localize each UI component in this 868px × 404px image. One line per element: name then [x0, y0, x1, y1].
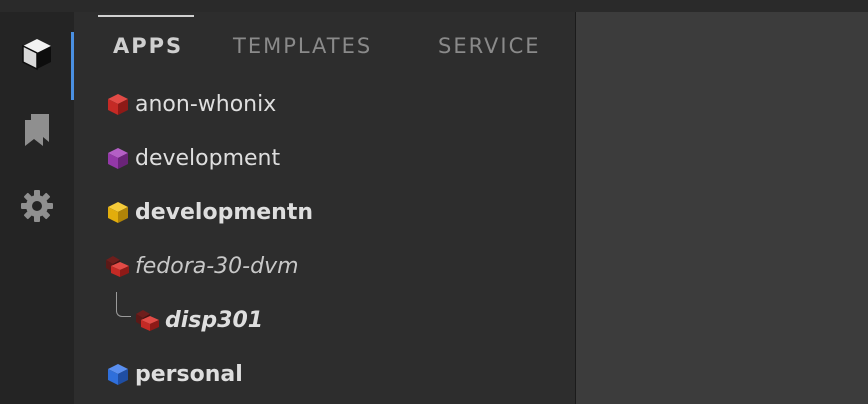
vm-item-fedora-30-dvm[interactable]: fedora-30-dvm: [74, 239, 606, 293]
dvm-template-cube-icon: [105, 253, 131, 279]
tab-service[interactable]: SERVICE: [438, 12, 541, 68]
activity-settings-button[interactable]: [0, 176, 74, 236]
cube-icon: [22, 39, 51, 71]
disposable-cube-icon: [135, 307, 161, 333]
tab-templates[interactable]: TEMPLATES: [233, 12, 372, 68]
app-window: APPS TEMPLATES SERVICE anon-whonix devel…: [0, 0, 868, 404]
activity-apps-button[interactable]: [0, 24, 74, 100]
tab-bar: APPS TEMPLATES SERVICE: [74, 12, 575, 68]
vm-sidebar: APPS TEMPLATES SERVICE anon-whonix devel…: [74, 12, 575, 404]
vm-cube-icon: [105, 145, 131, 171]
vm-label: anon-whonix: [135, 91, 277, 117]
title-strip: [0, 0, 868, 12]
vm-cube-icon: [105, 91, 131, 117]
vm-item-disp301[interactable]: disp301: [74, 293, 636, 347]
vm-item-anon-whonix[interactable]: anon-whonix: [74, 77, 606, 131]
activity-bar: [0, 12, 74, 404]
tab-apps[interactable]: APPS: [113, 12, 183, 68]
vm-label: personal: [135, 361, 243, 387]
vm-item-developmentn[interactable]: developmentn: [74, 185, 606, 239]
activity-bookmarks-button[interactable]: [0, 100, 74, 160]
vm-cube-icon: [105, 361, 131, 387]
main-panel: [576, 12, 868, 404]
vm-item-development[interactable]: development: [74, 131, 606, 185]
bookmarks-icon: [25, 114, 49, 146]
vm-label: fedora-30-dvm: [135, 253, 299, 279]
vm-item-personal[interactable]: personal: [74, 347, 606, 401]
vm-cube-icon: [105, 199, 131, 225]
vm-label: disp301: [165, 307, 264, 333]
gear-icon: [21, 190, 53, 222]
vm-label: development: [135, 145, 281, 171]
vm-label: developmentn: [135, 199, 314, 225]
